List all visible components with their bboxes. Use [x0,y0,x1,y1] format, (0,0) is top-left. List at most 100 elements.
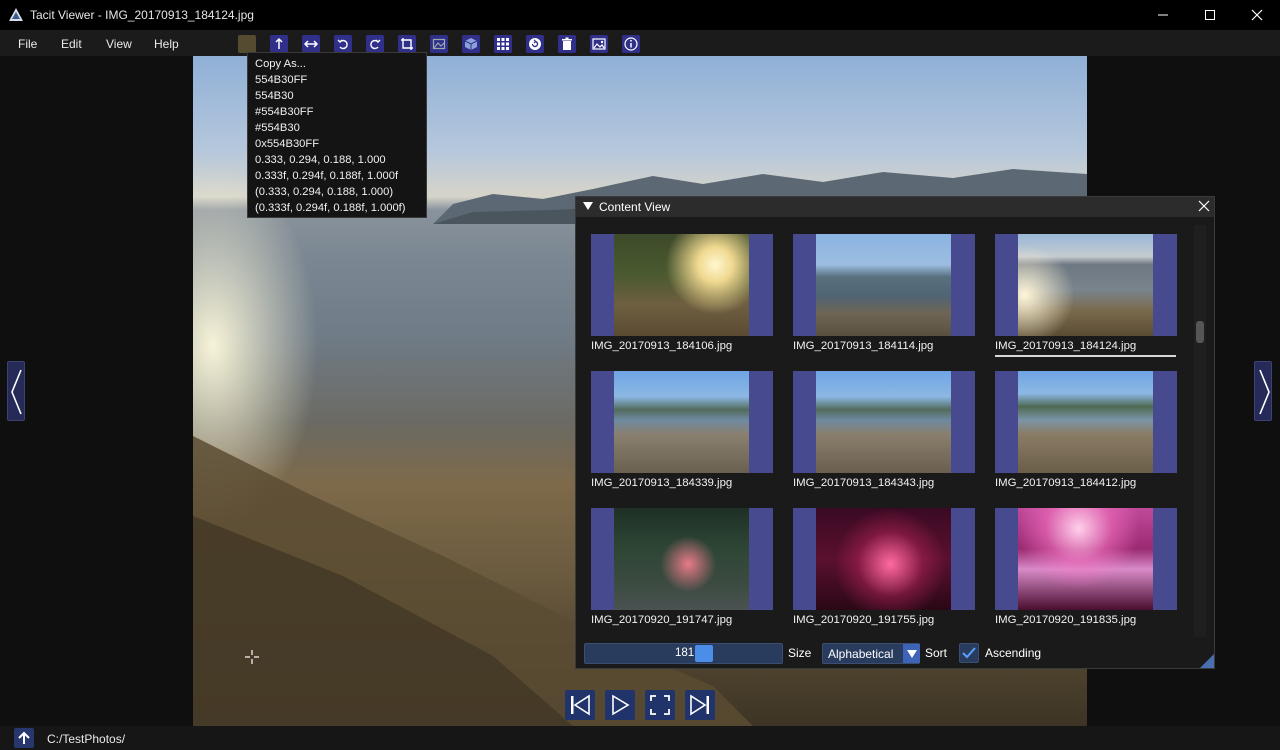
skip-to-start-button[interactable] [565,690,595,720]
content-view-panel: Content View IMG_20170913_184106.jpg IMG… [575,196,1215,669]
thumbnail-item[interactable]: IMG_20170920_191835.jpg [995,508,1177,628]
thumbnail-filename: IMG_20170913_184106.jpg [591,340,733,352]
thumbnail-grid: IMG_20170913_184106.jpg IMG_20170913_184… [576,217,1198,633]
chevron-right-icon [1259,369,1270,415]
next-image-button[interactable] [1254,361,1272,421]
copy-option[interactable]: 0x554B30FF [255,136,426,152]
sort-selected-value: Alphabetical [828,647,894,661]
status-bar [0,726,1280,750]
color-swatch-button[interactable] [238,35,256,53]
play-button[interactable] [605,690,635,720]
size-label: Size [788,646,812,660]
ascending-checkbox[interactable] [959,643,979,663]
thumbnail-item selected[interactable]: IMG_20170913_184124.jpg [995,234,1177,357]
content-view-scrollbar[interactable] [1194,225,1206,637]
close-window-button[interactable] [1234,0,1280,30]
thumbnail-image [614,234,749,336]
image-button[interactable] [590,35,608,53]
dropdown-arrow-button[interactable] [903,644,920,663]
thumbnail-item[interactable]: IMG_20170920_191755.jpg [793,508,975,628]
fullscreen-button[interactable] [645,690,675,720]
menu-view[interactable]: View [106,37,132,51]
thumbnail-item[interactable]: IMG_20170920_191747.jpg [591,508,773,628]
resize-grip-icon[interactable] [1200,654,1214,668]
skip-to-end-button[interactable] [685,690,715,720]
content-view-title: Content View [599,200,671,214]
thumbnail-image [614,371,749,473]
info-button[interactable] [622,35,640,53]
image-adjust-button[interactable] [430,35,448,53]
copy-option[interactable]: (0.333, 0.294, 0.188, 1.000) [255,184,426,200]
thumbnail-filename: IMG_20170913_184124.jpg [995,340,1137,352]
checkmark-icon [962,647,976,659]
crop-icon [401,38,413,50]
grid-button[interactable] [494,35,512,53]
fullscreen-icon [650,695,670,715]
thumbnail-filename: IMG_20170920_191835.jpg [995,614,1137,626]
cube-icon [464,38,478,50]
thumbnail-image [816,371,951,473]
minimize-icon [1158,14,1168,16]
refresh-icon [529,38,541,50]
current-path: C:/TestPhotos/ [47,732,126,746]
previous-image-button[interactable] [7,361,25,421]
thumbnail-image [1018,508,1153,610]
thumbnail-filename: IMG_20170913_184339.jpg [591,477,733,489]
thumbnail-size-slider[interactable]: 181 [584,643,783,664]
copy-as-menu: Copy As... 554B30FF 554B30 #554B30FF #55… [247,52,427,218]
ascending-label: Ascending [985,646,1042,660]
tacit-viewer-logo-icon [9,8,23,21]
chevron-left-icon [11,369,22,415]
flip-horizontal-button[interactable] [302,35,320,53]
cube-button[interactable] [462,35,480,53]
play-icon [612,694,630,716]
thumbnail-item[interactable]: IMG_20170913_184106.jpg [591,234,773,354]
minimize-button[interactable] [1140,0,1186,30]
thumbnail-item[interactable]: IMG_20170913_184339.jpg [591,371,773,491]
sort-dropdown[interactable]: Alphabetical [822,643,920,664]
copy-option[interactable]: 0.333f, 0.294f, 0.188f, 1.000f [255,168,426,184]
menu-help[interactable]: Help [154,37,179,51]
copy-option[interactable]: 0.333, 0.294, 0.188, 1.000 [255,152,426,168]
thumbnail-image [1018,234,1153,336]
copy-option[interactable]: 554B30FF [255,72,426,88]
thumbnail-filename: IMG_20170913_184343.jpg [793,477,935,489]
copy-option[interactable]: 554B30 [255,88,426,104]
content-view-titlebar[interactable]: Content View [576,197,1214,217]
slider-grab[interactable] [695,645,713,662]
chevron-down-icon [907,650,917,658]
thumbnail-filename: IMG_20170920_191755.jpg [793,614,935,626]
copy-option[interactable]: (0.333f, 0.294f, 0.188f, 1.000f) [255,200,426,216]
rotate-ccw-button[interactable] [334,35,352,53]
scrollbar-thumb[interactable] [1196,321,1204,343]
copy-option[interactable]: #554B30FF [255,104,426,120]
window-title: Tacit Viewer - IMG_20170913_184124.jpg [30,8,254,22]
menu-edit[interactable]: Edit [61,37,82,51]
copy-option[interactable]: #554B30 [255,120,426,136]
rotate-cw-button[interactable] [366,35,384,53]
delete-button[interactable] [558,35,576,53]
copy-as-header: Copy As... [255,58,306,70]
thumbnail-filename: IMG_20170913_184114.jpg [793,340,934,352]
menu-file[interactable]: File [18,37,37,51]
refresh-button[interactable] [526,35,544,53]
skip-start-icon [571,694,590,716]
thumbnail-item[interactable]: IMG_20170913_184114.jpg [793,234,975,354]
flip-vertical-icon [275,37,283,49]
menu-bar: File Edit View Help [0,30,1280,56]
thumbnail-filename: IMG_20170920_191747.jpg [591,614,733,626]
delete-icon [562,37,572,50]
crop-button[interactable] [398,35,416,53]
maximize-button[interactable] [1187,0,1233,30]
up-directory-button[interactable] [14,728,34,748]
info-icon [624,37,638,51]
arrow-up-icon [18,731,30,744]
thumbnail-item[interactable]: IMG_20170913_184412.jpg [995,371,1177,491]
skip-end-icon [690,694,709,716]
thumbnail-item[interactable]: IMG_20170913_184343.jpg [793,371,975,491]
close-icon [1251,9,1263,21]
collapse-triangle-icon[interactable] [583,202,593,210]
close-icon[interactable] [1198,200,1210,212]
thumbnail-filename: IMG_20170913_184412.jpg [995,477,1137,489]
flip-vertical-button[interactable] [270,35,288,53]
